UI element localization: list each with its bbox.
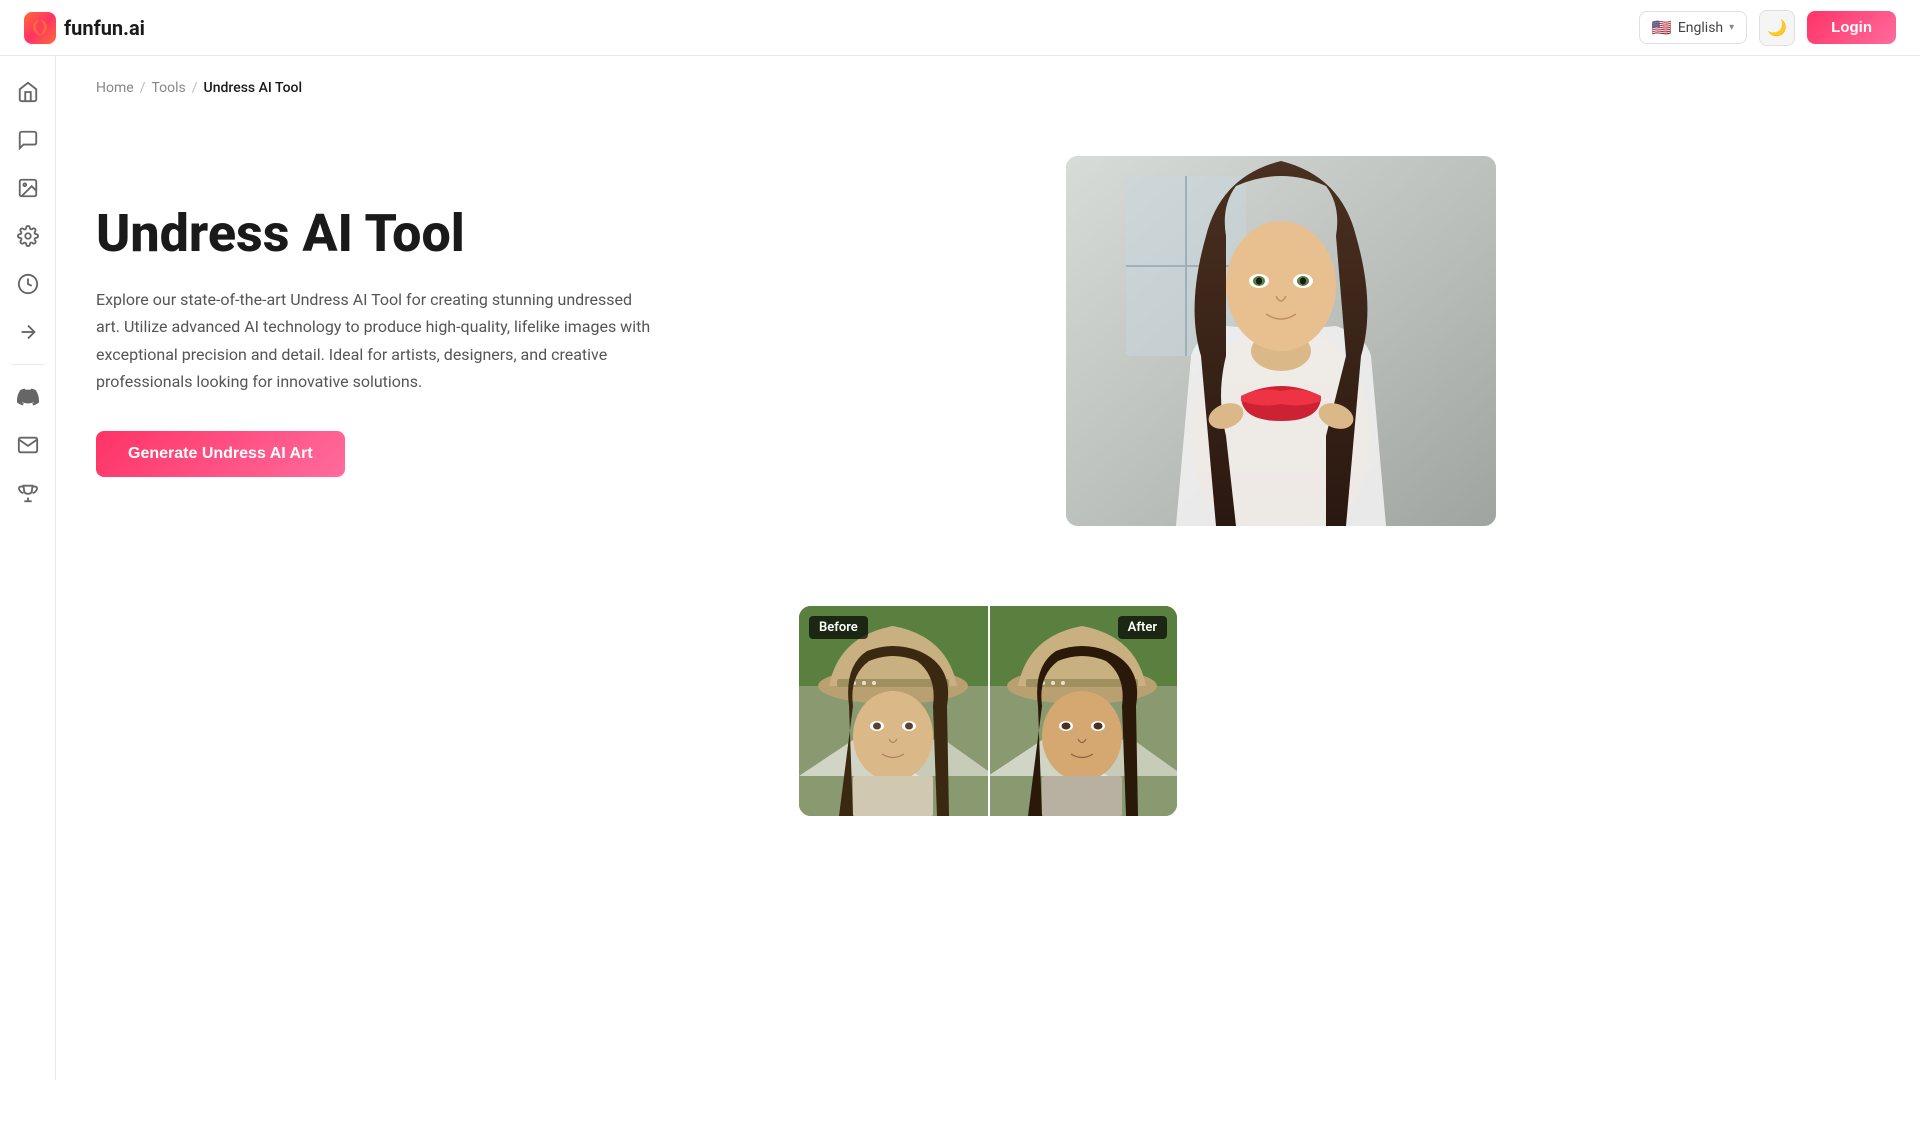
breadcrumb: Home / Tools / Undress AI Tool [96,80,1880,96]
before-after-section: Before [96,606,1880,816]
generate-button[interactable]: Generate Undress AI Art [96,431,345,477]
hero-section: Undress AI Tool Explore our state-of-the… [96,156,1496,526]
breadcrumb-tools[interactable]: Tools [151,80,185,96]
sidebar-divider [12,364,44,365]
sidebar-item-discord[interactable] [8,377,48,417]
moon-icon: 🌙 [1767,18,1787,37]
breadcrumb-current: Undress AI Tool [204,80,303,96]
hero-title: Undress AI Tool [96,205,656,262]
login-button[interactable]: Login [1807,11,1896,44]
before-after-container: Before [799,606,1177,816]
sidebar-item-images[interactable] [8,168,48,208]
lang-label: English [1678,20,1723,36]
sidebar-item-chat[interactable] [8,120,48,160]
logo-text: funfun.ai [64,16,145,40]
hero-text: Undress AI Tool Explore our state-of-the… [96,205,656,477]
sidebar-item-settings[interactable] [8,216,48,256]
hero-description: Explore our state-of-the-art Undress AI … [96,286,656,395]
topbar-right: 🇺🇸 English ▾ 🌙 Login [1639,10,1896,46]
sidebar-item-home[interactable] [8,72,48,112]
logo[interactable]: funfun.ai [24,12,145,44]
sidebar [0,56,56,1080]
after-panel: After [988,606,1177,816]
main-content: Home / Tools / Undress AI Tool Undress A… [56,56,1920,1080]
topbar: funfun.ai 🇺🇸 English ▾ 🌙 Login [0,0,1920,56]
after-label: After [1118,616,1167,639]
breadcrumb-sep-1: / [140,80,146,96]
flag-icon: 🇺🇸 [1652,18,1672,37]
before-label: Before [809,616,868,639]
breadcrumb-sep-2: / [192,80,198,96]
logo-icon [24,12,56,44]
sidebar-item-email[interactable] [8,425,48,465]
sidebar-item-activity[interactable] [8,264,48,304]
chevron-down-icon: ▾ [1729,22,1734,33]
breadcrumb-home[interactable]: Home [96,80,134,96]
language-selector[interactable]: 🇺🇸 English ▾ [1639,11,1747,44]
sidebar-item-trophy[interactable] [8,473,48,513]
before-panel: Before [799,606,988,816]
theme-toggle-button[interactable]: 🌙 [1759,10,1795,46]
ba-divider [988,606,990,816]
hero-image [1066,156,1496,526]
sidebar-item-magic[interactable] [8,312,48,352]
